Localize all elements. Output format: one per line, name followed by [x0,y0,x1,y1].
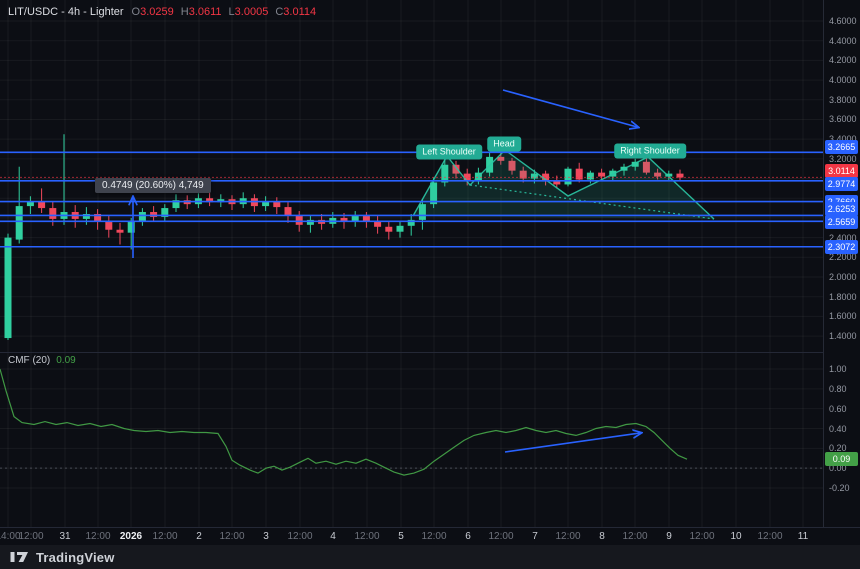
ohlc-pair: L3.0005 [229,6,269,18]
time-tick-label: 14:00 [0,531,21,542]
cmf-tick-label: 0.80 [829,384,847,394]
candle [139,212,146,222]
price-axis[interactable]: 4.60004.40004.20004.00003.80003.60003.40… [823,0,860,545]
price-tick-label: 3.8000 [829,95,857,105]
time-tick-label: 8 [599,531,605,542]
time-tick-label: 6 [465,531,471,542]
price-tick-label: 4.4000 [829,36,857,46]
price-tag[interactable]: 2.5659 [825,215,858,229]
time-tick-label: 12:00 [18,531,43,542]
candle [598,173,605,177]
time-tick-label: 31 [59,531,70,542]
price-tag[interactable]: 2.9774 [825,177,858,191]
candle [587,173,594,180]
price-tick-label: 3.6000 [829,114,857,124]
price-tick-label: 4.0000 [829,75,857,85]
time-tick-label: 12:00 [287,531,312,542]
candle [565,169,572,185]
time-tick-label: 5 [398,531,404,542]
time-tick-label: 2026 [120,531,142,542]
time-tick-label: 3 [263,531,269,542]
time-tick-label: 12:00 [488,531,513,542]
price-tick-label: 1.8000 [829,292,857,302]
cmf-uptrend-arrow[interactable] [505,433,640,452]
time-tick-label: 2 [196,531,202,542]
price-tag[interactable]: 3.0114 [825,164,858,178]
candle [385,227,392,232]
ohlc-pair: O3.0259 [132,6,174,18]
candle [5,238,12,338]
time-tick-label: 9 [666,531,672,542]
cmf-line [0,369,687,475]
time-tick-label: 11 [798,531,808,542]
indicator-value: 0.09 [56,355,75,366]
cmf-tick-label: 0.40 [829,424,847,434]
downtrend-arrow[interactable] [503,90,637,127]
right-shoulder-label[interactable]: Right Shoulder [614,144,686,159]
price-tick-label: 2.0000 [829,272,857,282]
symbol-title[interactable]: LIT/USDC - 4h - Lighter [8,6,124,18]
tradingview-logo-icon[interactable] [10,550,29,564]
price-tick-label: 3.2000 [829,154,857,164]
bottom-bar: TradingView [0,545,860,569]
price-tag[interactable]: 2.3072 [825,240,858,254]
price-tick-label: 4.6000 [829,16,857,26]
time-tick-label: 12:00 [152,531,177,542]
time-tick-label: 12:00 [757,531,782,542]
price-range-measure-label[interactable]: 0.4749 (20.60%) 4,749 [95,178,211,193]
time-tick-label: 12:00 [555,531,580,542]
candle [105,222,112,230]
time-tick-label: 12:00 [85,531,110,542]
price-tag[interactable]: 0.09 [825,452,858,466]
candle [397,226,404,232]
time-tick-label: 7 [532,531,538,542]
price-tick-label: 4.2000 [829,55,857,65]
time-tick-label: 12:00 [622,531,647,542]
time-tick-label: 12:00 [421,531,446,542]
time-tick-label: 4 [330,531,336,542]
cmf-tick-label: 1.00 [829,364,847,374]
candle [117,230,124,233]
candle [363,216,370,221]
time-tick-label: 10 [730,531,741,542]
tradingview-brand[interactable]: TradingView [36,550,115,565]
pane-separator[interactable] [0,352,860,353]
cmf-tick-label: -0.20 [829,483,850,493]
tradingview-chart-window: LIT/USDC - 4h - Lighter O3.0259 H3.0611 L3… [0,0,860,569]
price-tick-label: 1.6000 [829,311,857,321]
left-shoulder-label[interactable]: Left Shoulder [416,145,482,160]
candle [16,206,23,239]
candle [296,216,303,225]
price-tag[interactable]: 3.2665 [825,140,858,154]
symbol-legend: LIT/USDC - 4h - Lighter O3.0259 H3.0611 L3… [8,6,323,18]
time-axis[interactable]: 14:0012:003112:00202612:00212:00312:0041… [0,527,860,546]
candle [49,208,56,219]
candle [285,207,292,216]
price-tick-label: 1.4000 [829,331,857,341]
price-tag[interactable]: 2.6253 [825,202,858,216]
chart-canvas[interactable] [0,0,823,527]
ohlc-values: O3.0259 H3.0611 L3.0005 C3.0114 [132,6,324,18]
time-tick-label: 12:00 [689,531,714,542]
ohlc-pair: C3.0114 [275,6,316,18]
indicator-name[interactable]: CMF (20) [8,355,50,366]
time-tick-label: 12:00 [354,531,379,542]
indicator-legend: CMF (20) 0.09 [8,355,76,366]
head-label[interactable]: Head [487,137,521,152]
ohlc-pair: H3.0611 [181,6,222,18]
cmf-tick-label: 0.60 [829,404,847,414]
time-tick-label: 12:00 [219,531,244,542]
